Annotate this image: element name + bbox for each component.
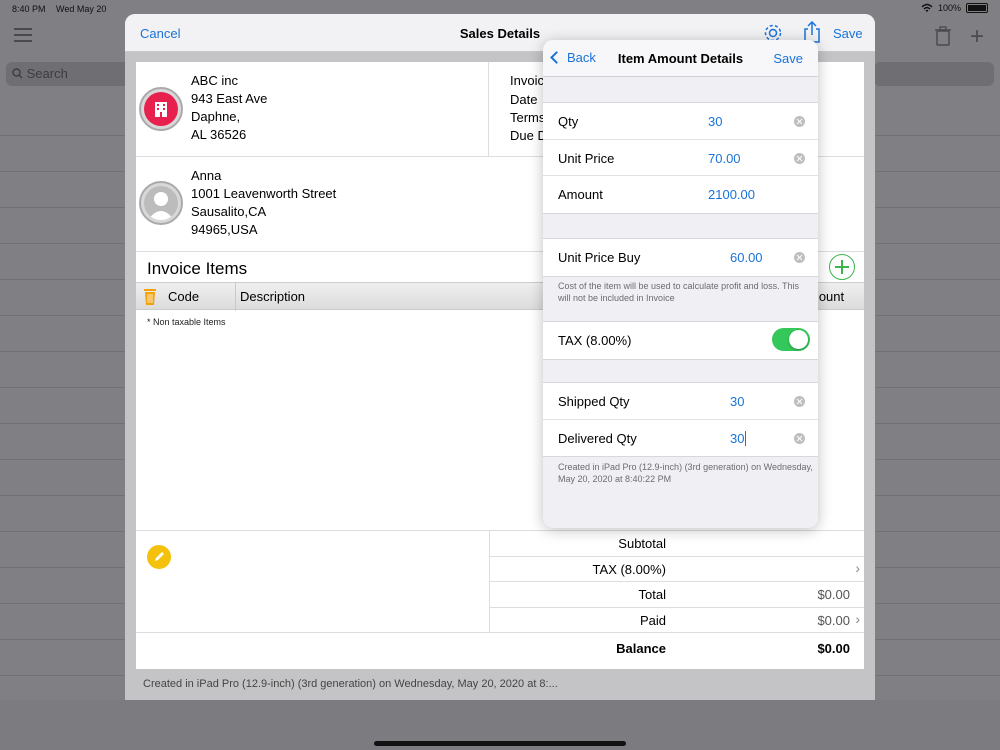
shipped-qty-field[interactable]: 30 xyxy=(730,394,744,409)
column-code: Code xyxy=(168,289,200,304)
balance-line: Balance $0.00 xyxy=(489,636,864,662)
company-address: ABC inc 943 East Ave Daphne, AL 36526 xyxy=(191,72,267,144)
amount-value: 2100.00 xyxy=(708,187,755,202)
clear-icon[interactable] xyxy=(794,396,805,407)
client-avatar xyxy=(139,181,183,225)
unit-price-buy-label: Unit Price Buy xyxy=(558,250,641,265)
subtotal-row: Subtotal xyxy=(490,531,864,557)
invoice-items-title: Invoice Items xyxy=(147,259,248,278)
balance-row: Balance $0.00 xyxy=(136,632,864,669)
company-logo xyxy=(139,87,183,131)
battery-percent: 100% xyxy=(937,3,961,13)
delivered-qty-field[interactable]: 30 xyxy=(730,430,747,446)
trash-icon[interactable] xyxy=(934,26,952,46)
paid-value: $0.00 xyxy=(817,612,850,628)
company-section[interactable]: ABC inc 943 East Ave Daphne, AL 36526 xyxy=(136,62,489,157)
delivered-qty-row[interactable]: Delivered Qty 30 xyxy=(543,420,818,457)
company-name: ABC inc xyxy=(191,73,238,88)
client-zip: 94965,USA xyxy=(191,222,258,237)
menu-icon[interactable] xyxy=(14,28,32,42)
invoice-terms-label: Terms xyxy=(510,110,546,125)
amount-label: Amount xyxy=(558,187,603,202)
total-label: Total xyxy=(638,587,666,603)
total-row: Total $0.00 xyxy=(490,582,864,608)
created-note: Created in iPad Pro (12.9-inch) (3rd gen… xyxy=(558,462,813,484)
client-address: Anna 1001 Leavenworth Street Sausalito,C… xyxy=(191,167,336,239)
add-icon[interactable]: + xyxy=(970,23,984,51)
shipping-group: Shipped Qty 30 Delivered Qty 30 xyxy=(543,382,818,457)
unit-price-label: Unit Price xyxy=(558,150,615,166)
buy-price-note: Cost of the item will be used to calcula… xyxy=(558,281,799,303)
shipped-qty-row[interactable]: Shipped Qty 30 xyxy=(543,383,818,420)
amount-group: Qty 30 Unit Price 70.00 Amount 2100.00 xyxy=(543,102,818,214)
tax-row[interactable]: TAX (8.00%) › xyxy=(490,557,864,583)
clear-icon[interactable] xyxy=(794,432,805,444)
totals-area: Subtotal TAX (8.00%) › Total $0.00 Paid … xyxy=(136,530,864,634)
qty-row[interactable]: Qty 30 xyxy=(543,103,818,140)
search-icon xyxy=(12,68,23,79)
totals-list: Subtotal TAX (8.00%) › Total $0.00 Paid … xyxy=(489,531,864,634)
background-search-right xyxy=(874,62,994,86)
client-city: Sausalito,CA xyxy=(191,204,267,219)
status-date: Wed May 20 xyxy=(56,4,107,14)
company-city: Daphne, xyxy=(191,109,241,124)
search-placeholder: Search xyxy=(26,66,68,81)
paid-row[interactable]: Paid $0.00 › xyxy=(490,608,864,634)
tax-toggle-label: TAX (8.00%) xyxy=(558,333,632,348)
shipped-qty-label: Shipped Qty xyxy=(558,394,630,409)
building-icon xyxy=(155,102,167,117)
clear-icon[interactable] xyxy=(794,252,805,263)
qty-field[interactable]: 30 xyxy=(708,114,722,129)
column-description: Description xyxy=(235,283,305,311)
popover-save-button[interactable]: Save xyxy=(773,51,803,66)
non-taxable-note: * Non taxable Items xyxy=(147,317,226,327)
status-time: 8:40 PM xyxy=(12,4,46,14)
bin-icon[interactable] xyxy=(143,286,157,306)
clear-icon[interactable] xyxy=(794,152,805,164)
save-button[interactable]: Save xyxy=(833,26,863,41)
amount-row: Amount 2100.00 xyxy=(543,176,818,213)
item-amount-details-popover: Back Item Amount Details Save Qty 30 Uni… xyxy=(543,40,818,528)
client-name: Anna xyxy=(191,168,222,183)
tax-toggle[interactable] xyxy=(772,328,810,351)
buy-price-group: Unit Price Buy 60.00 xyxy=(543,238,818,277)
unit-price-row[interactable]: Unit Price 70.00 xyxy=(543,140,818,176)
invoice-number-label: Invoic xyxy=(510,73,544,88)
sheet-footer-note: Created in iPad Pro (12.9-inch) (3rd gen… xyxy=(143,678,558,690)
balance-label: Balance xyxy=(616,641,666,656)
invoice-due-label: Due D xyxy=(510,128,547,143)
invoice-date-label: Date xyxy=(510,92,538,107)
company-street: 943 East Ave xyxy=(191,91,268,106)
status-right: 100% xyxy=(921,3,988,13)
tax-group: TAX (8.00%) xyxy=(543,321,818,360)
pencil-icon[interactable] xyxy=(147,545,171,569)
balance-value: $0.00 xyxy=(817,641,850,656)
unit-price-buy-field[interactable]: 60.00 xyxy=(730,250,763,265)
company-state-zip: AL 36526 xyxy=(191,127,247,142)
clear-icon[interactable] xyxy=(794,116,805,127)
total-value: $0.00 xyxy=(817,587,850,603)
tax-toggle-row[interactable]: TAX (8.00%) xyxy=(543,322,818,359)
chevron-right-icon: › xyxy=(855,610,860,627)
battery-icon xyxy=(966,3,988,13)
search-field[interactable]: Search xyxy=(6,62,136,86)
client-street: 1001 Leavenworth Street xyxy=(191,186,337,201)
chevron-right-icon: › xyxy=(855,559,860,576)
paid-label: Paid xyxy=(639,612,666,628)
unit-price-buy-row[interactable]: Unit Price Buy 60.00 xyxy=(543,239,818,276)
tax-label: TAX (8.00%) xyxy=(592,561,666,577)
add-item-button[interactable] xyxy=(829,254,855,280)
popover-navigation-bar: Back Item Amount Details Save xyxy=(543,40,818,77)
wifi-icon xyxy=(921,3,933,12)
qty-label: Qty xyxy=(558,114,579,129)
subtotal-label: Subtotal xyxy=(618,536,666,551)
person-icon xyxy=(148,192,174,220)
home-indicator xyxy=(374,741,626,746)
delivered-qty-label: Delivered Qty xyxy=(558,430,637,446)
unit-price-field[interactable]: 70.00 xyxy=(708,151,741,166)
